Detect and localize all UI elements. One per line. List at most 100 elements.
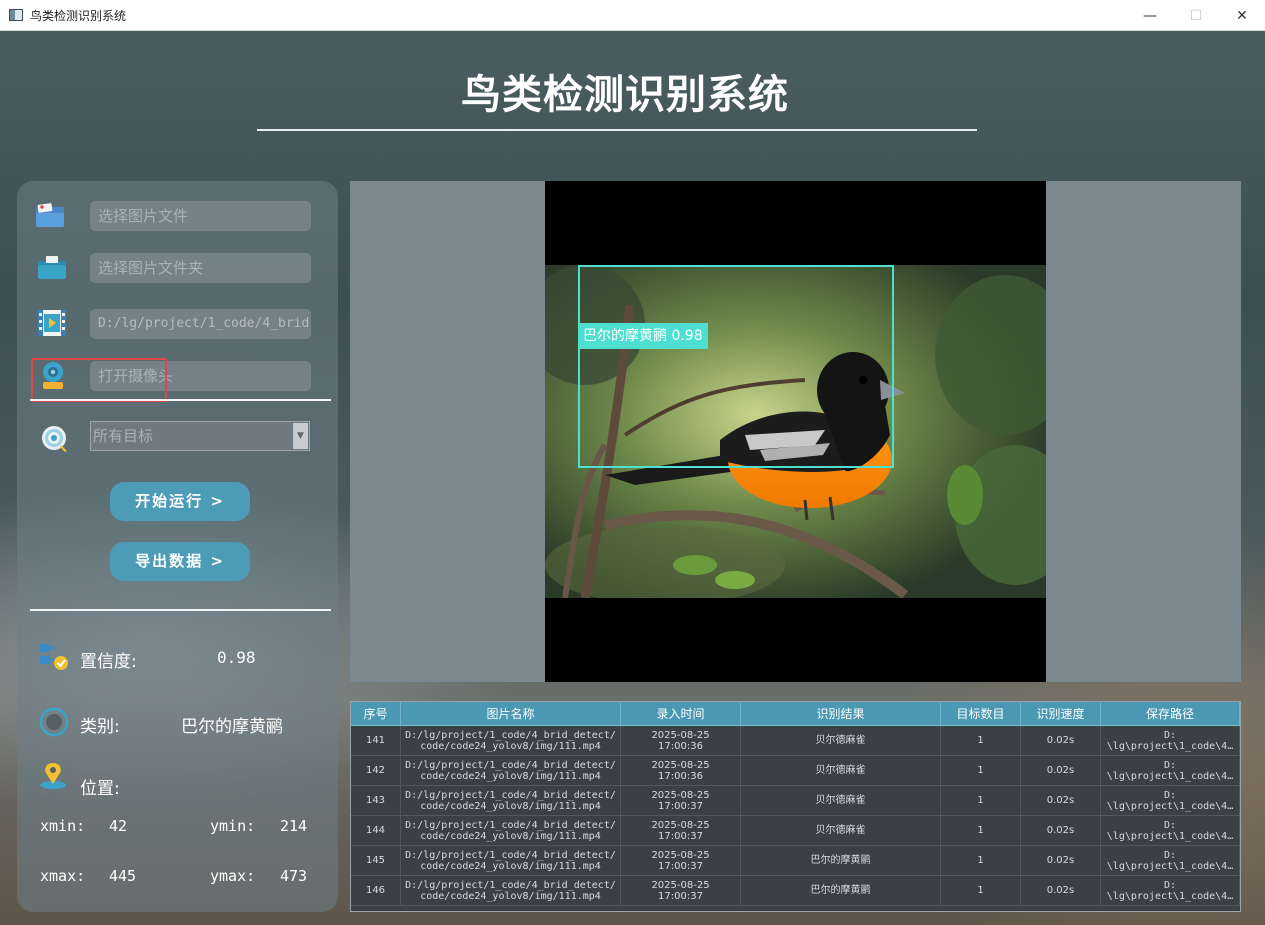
ymin-value: 214 bbox=[280, 817, 308, 835]
table-cell: 贝尔德麻雀 bbox=[741, 726, 941, 755]
app-icon bbox=[9, 9, 23, 21]
table-cell: 1 bbox=[941, 756, 1021, 785]
table-cell: 贝尔德麻雀 bbox=[741, 756, 941, 785]
table-cell: 巴尔的摩黄鹂 bbox=[741, 876, 941, 905]
close-button[interactable]: ✕ bbox=[1219, 0, 1265, 31]
camera-highlight-box bbox=[31, 358, 167, 402]
header-divider bbox=[257, 129, 977, 131]
divider-top bbox=[30, 399, 331, 401]
column-header[interactable]: 录入时间 bbox=[621, 702, 741, 726]
image-frame: 巴尔的摩黄鹂 0.98 bbox=[545, 181, 1046, 682]
table-cell: 1 bbox=[941, 786, 1021, 815]
table-cell: 巴尔的摩黄鹂 bbox=[741, 846, 941, 875]
ymin-label: ymin: bbox=[210, 817, 256, 835]
image-display: 巴尔的摩黄鹂 0.98 bbox=[350, 181, 1241, 682]
table-cell: D:/lg/project/1_code/4_brid_detect/ code… bbox=[401, 726, 621, 755]
table-cell: D: \lg\project\1_code\4… bbox=[1101, 756, 1240, 785]
table-cell: 贝尔德麻雀 bbox=[741, 786, 941, 815]
ymax-label: ymax: bbox=[210, 867, 256, 885]
table-cell: 0.02s bbox=[1021, 846, 1101, 875]
table-cell: 2025-08-25 17:00:37 bbox=[621, 786, 741, 815]
folder-icon[interactable] bbox=[36, 253, 68, 283]
column-header[interactable]: 序号 bbox=[351, 702, 401, 726]
ymax-value: 473 bbox=[280, 867, 308, 885]
column-header[interactable]: 保存路径 bbox=[1101, 702, 1240, 726]
table-cell: D: \lg\project\1_code\4… bbox=[1101, 726, 1240, 755]
table-cell: 146 bbox=[351, 876, 401, 905]
table-cell: D: \lg\project\1_code\4… bbox=[1101, 786, 1240, 815]
divider-bottom bbox=[30, 609, 331, 611]
class-label: 类别: bbox=[80, 717, 120, 737]
table-cell: D:/lg/project/1_code/4_brid_detect/ code… bbox=[401, 846, 621, 875]
table-cell: 2025-08-25 17:00:37 bbox=[621, 816, 741, 845]
table-cell: 贝尔德麻雀 bbox=[741, 816, 941, 845]
video-path-input[interactable]: D:/lg/project/1_code/4_brid bbox=[90, 309, 311, 339]
table-cell: 1 bbox=[941, 816, 1021, 845]
table-body: 141 D:/lg/project/1_code/4_brid_detect/ c… bbox=[351, 726, 1240, 906]
target-select[interactable]: 所有目标 ▼ bbox=[90, 421, 310, 451]
detection-label: 巴尔的摩黄鹂 0.98 bbox=[578, 323, 708, 349]
table-cell: D:/lg/project/1_code/4_brid_detect/ code… bbox=[401, 756, 621, 785]
table-cell: 2025-08-25 17:00:36 bbox=[621, 726, 741, 755]
column-header[interactable]: 图片名称 bbox=[401, 702, 621, 726]
page-title: 鸟类检测识别系统 bbox=[461, 72, 789, 118]
table-cell: 1 bbox=[941, 876, 1021, 905]
table-cell: 1 bbox=[941, 846, 1021, 875]
video-file-icon[interactable] bbox=[36, 308, 68, 338]
table-cell: 0.02s bbox=[1021, 786, 1101, 815]
table-cell: D: \lg\project\1_code\4… bbox=[1101, 816, 1240, 845]
table-row[interactable]: 143 D:/lg/project/1_code/4_brid_detect/ c… bbox=[351, 786, 1240, 816]
table-cell: 0.02s bbox=[1021, 816, 1101, 845]
image-file-input[interactable]: 选择图片文件 bbox=[90, 201, 311, 231]
table-cell: 144 bbox=[351, 816, 401, 845]
column-header[interactable]: 目标数目 bbox=[941, 702, 1021, 726]
window-titlebar: 鸟类检测识别系统 — ☐ ✕ bbox=[0, 0, 1265, 31]
image-file-icon[interactable] bbox=[34, 201, 66, 231]
table-cell: 142 bbox=[351, 756, 401, 785]
detection-bounding-box bbox=[578, 265, 894, 468]
table-cell: 2025-08-25 17:00:37 bbox=[621, 846, 741, 875]
xmax-value: 445 bbox=[109, 867, 137, 885]
chevron-down-icon[interactable]: ▼ bbox=[293, 423, 308, 449]
table-cell: D:/lg/project/1_code/4_brid_detect/ code… bbox=[401, 876, 621, 905]
table-cell: 0.02s bbox=[1021, 756, 1101, 785]
table-row[interactable]: 141 D:/lg/project/1_code/4_brid_detect/ c… bbox=[351, 726, 1240, 756]
table-cell: D:/lg/project/1_code/4_brid_detect/ code… bbox=[401, 816, 621, 845]
table-cell: 1 bbox=[941, 726, 1021, 755]
table-cell: 141 bbox=[351, 726, 401, 755]
control-panel: 选择图片文件 选择图片文件夹 D:/lg/project/1_code/4_br… bbox=[17, 181, 338, 912]
confidence-icon bbox=[40, 644, 68, 670]
column-header[interactable]: 识别速度 bbox=[1021, 702, 1101, 726]
class-icon bbox=[39, 707, 69, 737]
window-controls: — ☐ ✕ bbox=[1127, 0, 1265, 31]
results-table[interactable]: 序号 图片名称 录入时间 识别结果 目标数目 识别速度 保存路径 141 D:/lg/proj… bbox=[350, 701, 1241, 912]
xmin-label: xmin: bbox=[40, 817, 86, 835]
maximize-button[interactable]: ☐ bbox=[1173, 0, 1219, 31]
position-label: 位置: bbox=[80, 779, 120, 799]
table-row[interactable]: 146 D:/lg/project/1_code/4_brid_detect/ c… bbox=[351, 876, 1240, 906]
location-icon bbox=[40, 763, 66, 789]
xmin-value: 42 bbox=[109, 817, 128, 835]
table-cell: 0.02s bbox=[1021, 726, 1101, 755]
confidence-value: 0.98 bbox=[217, 648, 256, 667]
column-header[interactable]: 识别结果 bbox=[741, 702, 941, 726]
table-cell: D: \lg\project\1_code\4… bbox=[1101, 846, 1240, 875]
table-cell: 2025-08-25 17:00:36 bbox=[621, 756, 741, 785]
export-button[interactable]: 导出数据 > bbox=[110, 542, 250, 581]
table-row[interactable]: 145 D:/lg/project/1_code/4_brid_detect/ c… bbox=[351, 846, 1240, 876]
table-cell: 145 bbox=[351, 846, 401, 875]
start-button[interactable]: 开始运行 > bbox=[110, 482, 250, 521]
table-row[interactable]: 142 D:/lg/project/1_code/4_brid_detect/ c… bbox=[351, 756, 1240, 786]
confidence-label: 置信度: bbox=[80, 652, 137, 672]
image-folder-input[interactable]: 选择图片文件夹 bbox=[90, 253, 311, 283]
class-value: 巴尔的摩黄鹂 bbox=[181, 717, 283, 737]
table-cell: D: \lg\project\1_code\4… bbox=[1101, 876, 1240, 905]
table-cell: 143 bbox=[351, 786, 401, 815]
window-title: 鸟类检测识别系统 bbox=[30, 8, 127, 23]
table-header: 序号 图片名称 录入时间 识别结果 目标数目 识别速度 保存路径 bbox=[351, 702, 1240, 726]
target-select-value: 所有目标 bbox=[93, 427, 154, 445]
xmax-label: xmax: bbox=[40, 867, 86, 885]
minimize-button[interactable]: — bbox=[1127, 0, 1173, 31]
target-icon bbox=[42, 426, 67, 452]
table-row[interactable]: 144 D:/lg/project/1_code/4_brid_detect/ c… bbox=[351, 816, 1240, 846]
